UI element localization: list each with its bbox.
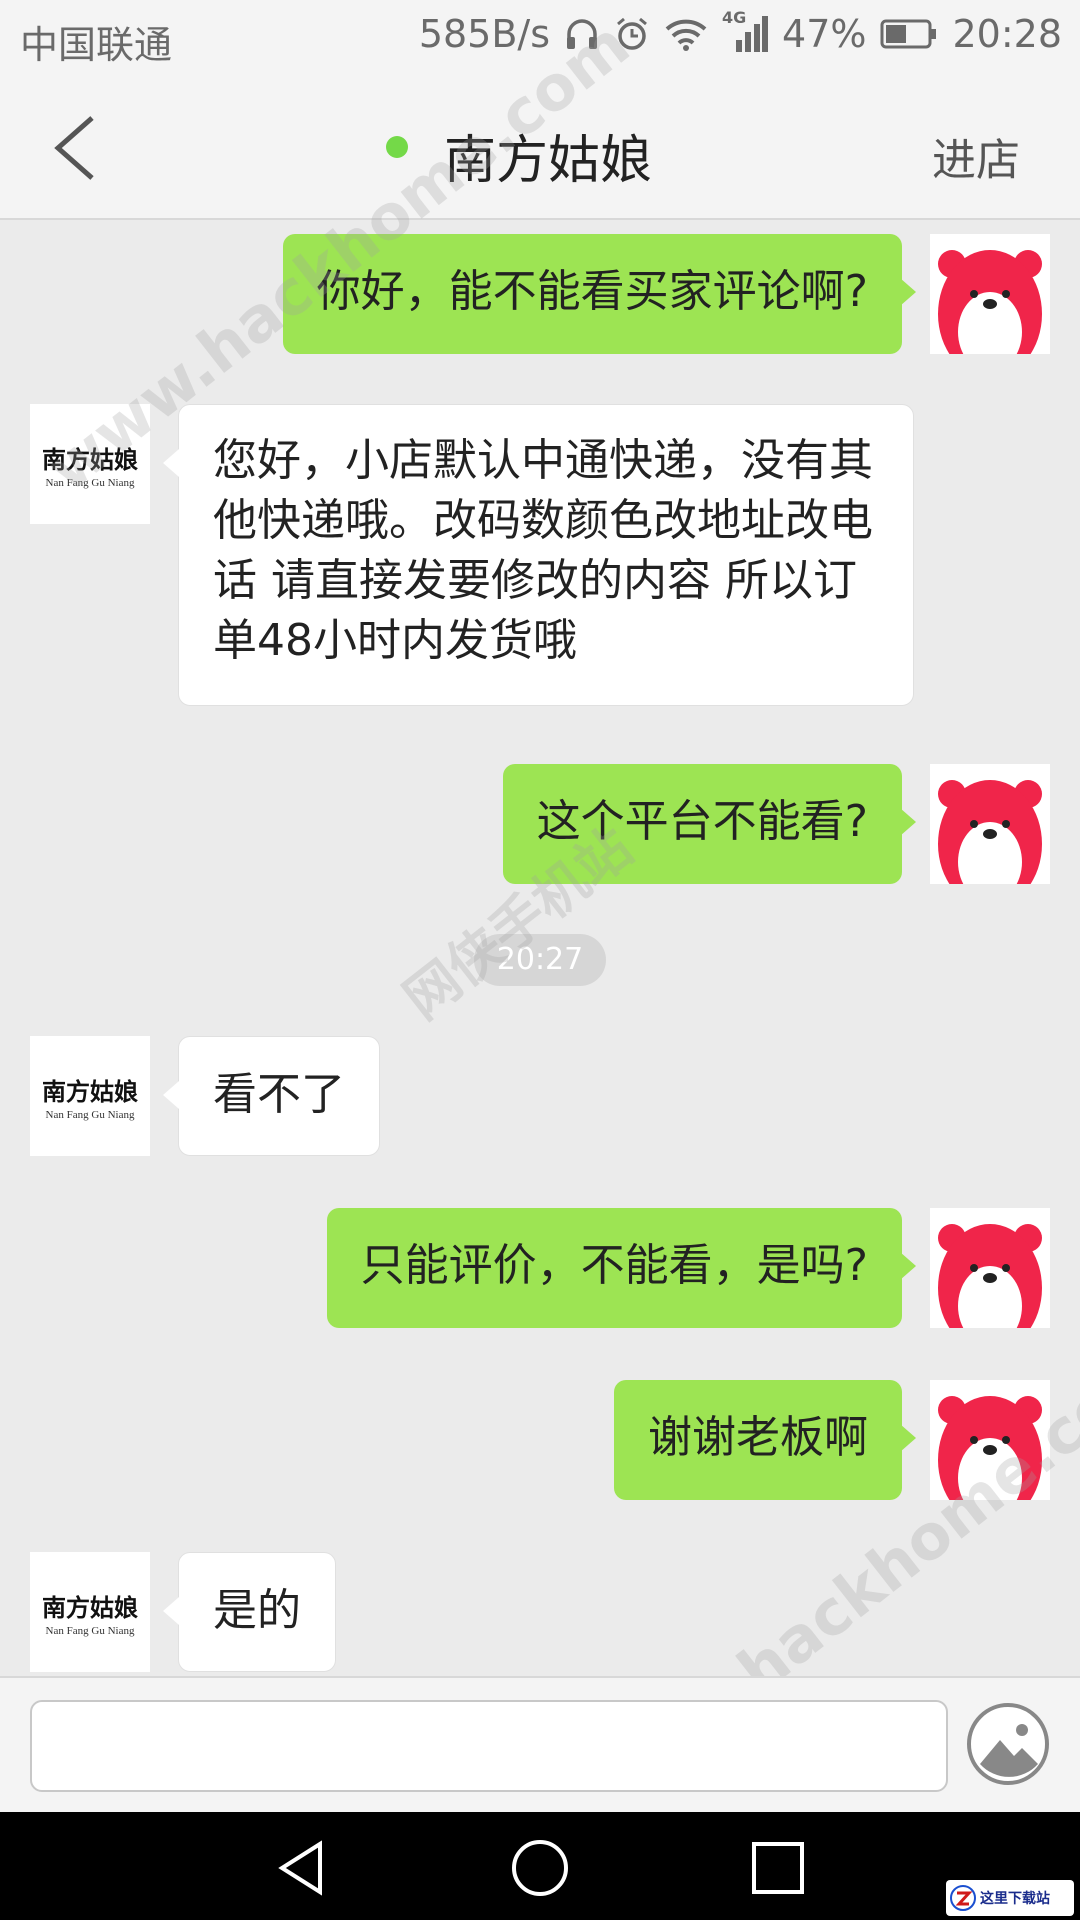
seller-avatar[interactable]: 南方姑娘 Nan Fang Gu Niang: [30, 404, 150, 524]
seller-logo-name: 南方姑娘: [42, 445, 138, 474]
message-text: 谢谢老板啊: [648, 1412, 868, 1463]
battery-icon: [880, 19, 937, 49]
bear-avatar-icon: [938, 780, 1042, 884]
alarm-icon: [617, 17, 647, 50]
seller-logo-pinyin: Nan Fang Gu Niang: [45, 1625, 135, 1637]
cellular-signal-icon: 4G: [722, 8, 769, 54]
system-nav-bar: 这里下载站: [0, 1812, 1080, 1920]
seller-logo-name: 南方姑娘: [42, 1593, 138, 1622]
watermark-badge-text: 这里下载站: [980, 1891, 1050, 1907]
message-text: 看不了: [213, 1069, 345, 1120]
outgoing-message[interactable]: 谢谢老板啊: [614, 1380, 916, 1500]
incoming-message[interactable]: 看不了: [163, 1036, 380, 1156]
enter-shop-button[interactable]: 进店: [932, 124, 1020, 188]
message-text: 您好，小店默认中通快递，没有其他快递哦。改码数颜色改地址改电话 请直接发要修改的…: [213, 435, 873, 666]
bear-avatar-icon: [938, 250, 1042, 354]
nav-recents-icon[interactable]: [748, 1838, 808, 1898]
outgoing-message[interactable]: 你好，能不能看买家评论啊?: [282, 234, 917, 354]
bear-avatar-icon: [938, 1224, 1042, 1328]
buyer-avatar[interactable]: [930, 1380, 1050, 1500]
timestamp-divider: 20:27: [474, 934, 606, 986]
battery-percent: 47%: [782, 12, 867, 56]
message-text: 你好，能不能看买家评论啊?: [316, 266, 868, 317]
nav-home-icon[interactable]: [510, 1838, 570, 1898]
wifi-icon: [665, 19, 707, 51]
seller-logo-pinyin: Nan Fang Gu Niang: [45, 1109, 135, 1121]
nav-back-icon[interactable]: [272, 1838, 332, 1898]
buyer-avatar[interactable]: [930, 234, 1050, 354]
clock: 20:28: [952, 12, 1062, 56]
seller-avatar[interactable]: 南方姑娘 Nan Fang Gu Niang: [30, 1036, 150, 1156]
headphones-icon: [567, 19, 598, 49]
net-speed: 585B/s: [418, 12, 551, 56]
bear-avatar-icon: [938, 1396, 1042, 1500]
outgoing-message[interactable]: 这个平台不能看?: [502, 764, 917, 884]
online-status-dot: [386, 136, 408, 158]
message-input[interactable]: [30, 1700, 948, 1792]
chat-title: 南方姑娘: [444, 131, 653, 191]
watermark-badge: 这里下载站: [946, 1880, 1074, 1916]
status-bar: 中国联通 585B/s 4G 47% 20:28: [0, 0, 1080, 74]
image-picker-icon[interactable]: [966, 1702, 1050, 1786]
back-arrow-icon[interactable]: [44, 112, 114, 184]
buyer-avatar[interactable]: [930, 1208, 1050, 1328]
message-list[interactable]: 你好，能不能看买家评论啊? 南方姑娘 Nan Fang Gu Niang 您好，…: [0, 222, 1080, 1676]
seller-avatar[interactable]: 南方姑娘 Nan Fang Gu Niang: [30, 1552, 150, 1672]
buyer-avatar[interactable]: [930, 764, 1050, 884]
incoming-message[interactable]: 您好，小店默认中通快递，没有其他快递哦。改码数颜色改地址改电话 请直接发要修改的…: [163, 404, 914, 706]
input-bar: [0, 1676, 1080, 1812]
chat-header: 南方姑娘 进店: [0, 74, 1080, 220]
site-logo-icon: [950, 1885, 976, 1911]
carrier-name: 中国联通: [20, 23, 173, 67]
message-text: 只能评价，不能看，是吗?: [360, 1240, 868, 1291]
message-text: 是的: [213, 1585, 301, 1636]
seller-logo-pinyin: Nan Fang Gu Niang: [45, 477, 135, 489]
message-text: 这个平台不能看?: [536, 796, 868, 847]
seller-logo-name: 南方姑娘: [42, 1077, 138, 1106]
incoming-message[interactable]: 是的: [163, 1552, 336, 1672]
outgoing-message[interactable]: 只能评价，不能看，是吗?: [326, 1208, 917, 1328]
